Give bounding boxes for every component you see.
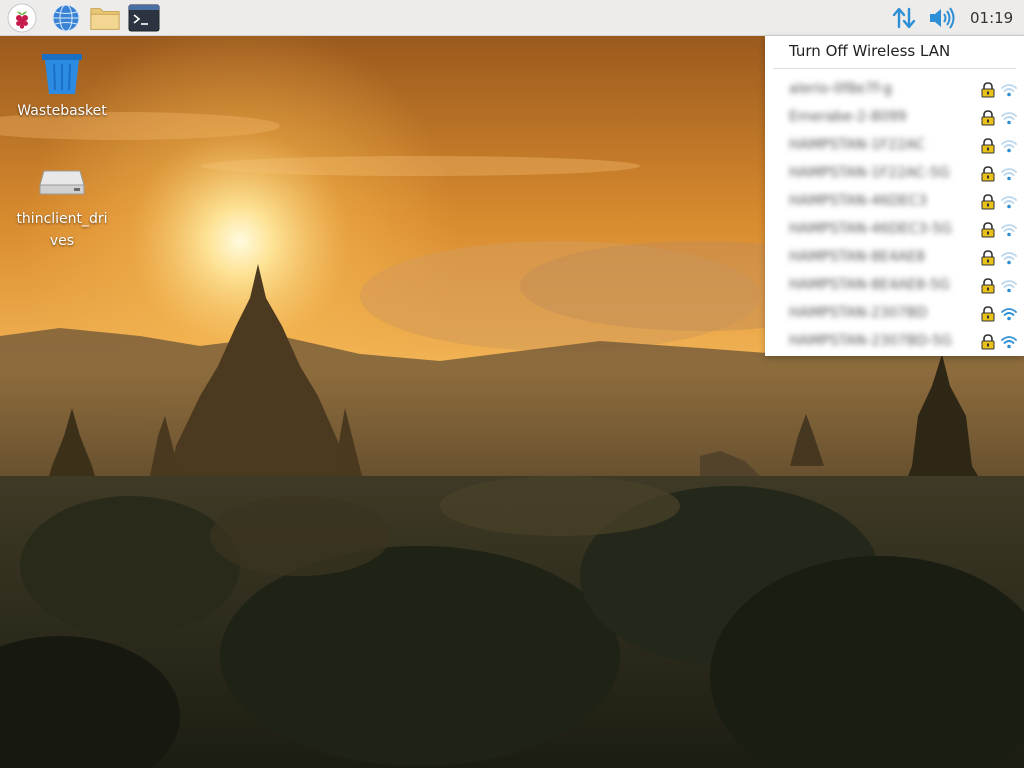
wifi-signal-icon [1001, 308, 1017, 321]
wifi-network-ssid: HAMPSTAN-1F22AC-5G [789, 165, 950, 181]
secured-lock [981, 306, 995, 326]
network-tray-button[interactable] [890, 4, 918, 32]
menu-separator [773, 68, 1016, 69]
raspberry-menu-button[interactable] [6, 2, 38, 34]
wifi-network-ssid: HAMPSTAN-2307BD [789, 305, 928, 321]
secured-lock [981, 334, 995, 354]
secured-lock [981, 278, 995, 298]
terminal-button[interactable] [128, 2, 160, 34]
lock-icon [981, 250, 995, 266]
signal-strength [1001, 194, 1017, 213]
lock-icon [981, 166, 995, 182]
wifi-network-item[interactable]: alerio-0f8e7f-g [765, 76, 1024, 104]
secured-lock [981, 110, 995, 130]
lock-icon [981, 110, 995, 126]
lock-icon [981, 306, 995, 322]
secured-lock [981, 82, 995, 102]
wifi-signal-icon [1001, 252, 1017, 265]
wifi-signal-icon [1001, 168, 1017, 181]
speaker-icon [930, 7, 955, 29]
terminal-icon [128, 4, 160, 32]
signal-strength [1001, 166, 1017, 185]
wifi-signal-icon [1001, 140, 1017, 153]
network-arrows-icon [892, 7, 916, 29]
signal-strength [1001, 306, 1017, 325]
turn-off-wireless-menu-item[interactable]: Turn Off Wireless LAN [765, 36, 1024, 66]
desktop-icon-label: thinclient_drives [16, 211, 108, 249]
wifi-signal-icon [1001, 224, 1017, 237]
wifi-network-item[interactable]: HAMPSTAN-1F22AC [765, 132, 1024, 160]
signal-strength [1001, 110, 1017, 129]
wifi-network-menu: Turn Off Wireless LAN alerio-0f8e7f-g Eme… [765, 36, 1024, 356]
wifi-network-list: alerio-0f8e7f-g Emerabe-2-8099 HAMPSTAN-1F… [765, 76, 1024, 356]
wifi-network-ssid: HAMPSTAN-46DEC3 [789, 193, 928, 209]
signal-strength [1001, 222, 1017, 241]
wifi-network-ssid: HAMPSTAN-2307BD-5G [789, 333, 952, 349]
web-browser-button[interactable] [50, 2, 82, 34]
globe-icon [52, 4, 80, 32]
volume-tray-button[interactable] [928, 4, 956, 32]
wifi-network-ssid: HAMPSTAN-8E4AE8 [789, 249, 926, 265]
wifi-signal-icon [1001, 280, 1017, 293]
desktop-icon-wastebasket[interactable]: Wastebasket [7, 50, 117, 122]
wifi-network-item[interactable]: HAMPSTAN-46DEC3-5G [765, 216, 1024, 244]
secured-lock [981, 166, 995, 186]
secured-lock [981, 250, 995, 270]
signal-strength [1001, 82, 1017, 101]
wifi-network-ssid: HAMPSTAN-8E4AE8-5G [789, 277, 950, 293]
file-manager-button[interactable] [89, 2, 121, 34]
clock[interactable]: 01:19 [970, 0, 1013, 36]
lock-icon [981, 222, 995, 238]
wifi-network-ssid: Emerabe-2-8099 [789, 109, 907, 125]
signal-strength [1001, 138, 1017, 157]
wifi-network-item[interactable]: HAMPSTAN-46DEC3 [765, 188, 1024, 216]
wifi-network-item[interactable]: Emerabe-2-8099 [765, 104, 1024, 132]
wifi-signal-icon [1001, 84, 1017, 97]
taskbar: 01:19 [0, 0, 1024, 36]
wifi-network-item[interactable]: HAMPSTAN-1F22AC-5G [765, 160, 1024, 188]
secured-lock [981, 222, 995, 242]
wifi-network-item[interactable]: HAMPSTAN-8E4AE8-5G [765, 272, 1024, 300]
drive-icon [39, 170, 85, 195]
signal-strength [1001, 250, 1017, 269]
wifi-network-item[interactable]: HAMPSTAN-8E4AE8 [765, 244, 1024, 272]
folder-icon [90, 8, 120, 30]
wifi-network-ssid: HAMPSTAN-46DEC3-5G [789, 221, 953, 237]
wifi-signal-icon [1001, 112, 1017, 125]
secured-lock [981, 138, 995, 158]
lock-icon [981, 82, 995, 98]
wifi-signal-icon [1001, 196, 1017, 209]
lock-icon [981, 194, 995, 210]
lock-icon [981, 278, 995, 294]
raspberry-menu-icon [7, 3, 37, 33]
signal-strength [1001, 278, 1017, 297]
lock-icon [981, 138, 995, 154]
desktop-icon-thinclient-drives[interactable]: thinclient_drives [7, 158, 117, 252]
wastebasket-icon [42, 54, 82, 94]
wifi-network-item[interactable]: HAMPSTAN-2307BD-5G [765, 328, 1024, 356]
wifi-network-ssid: alerio-0f8e7f-g [789, 81, 892, 97]
secured-lock [981, 194, 995, 214]
signal-strength [1001, 334, 1017, 353]
wifi-network-item[interactable]: HAMPSTAN-2307BD [765, 300, 1024, 328]
wifi-network-ssid: HAMPSTAN-1F22AC [789, 137, 925, 153]
desktop-icon-label: Wastebasket [17, 103, 107, 119]
wifi-signal-icon [1001, 336, 1017, 349]
lock-icon [981, 334, 995, 350]
